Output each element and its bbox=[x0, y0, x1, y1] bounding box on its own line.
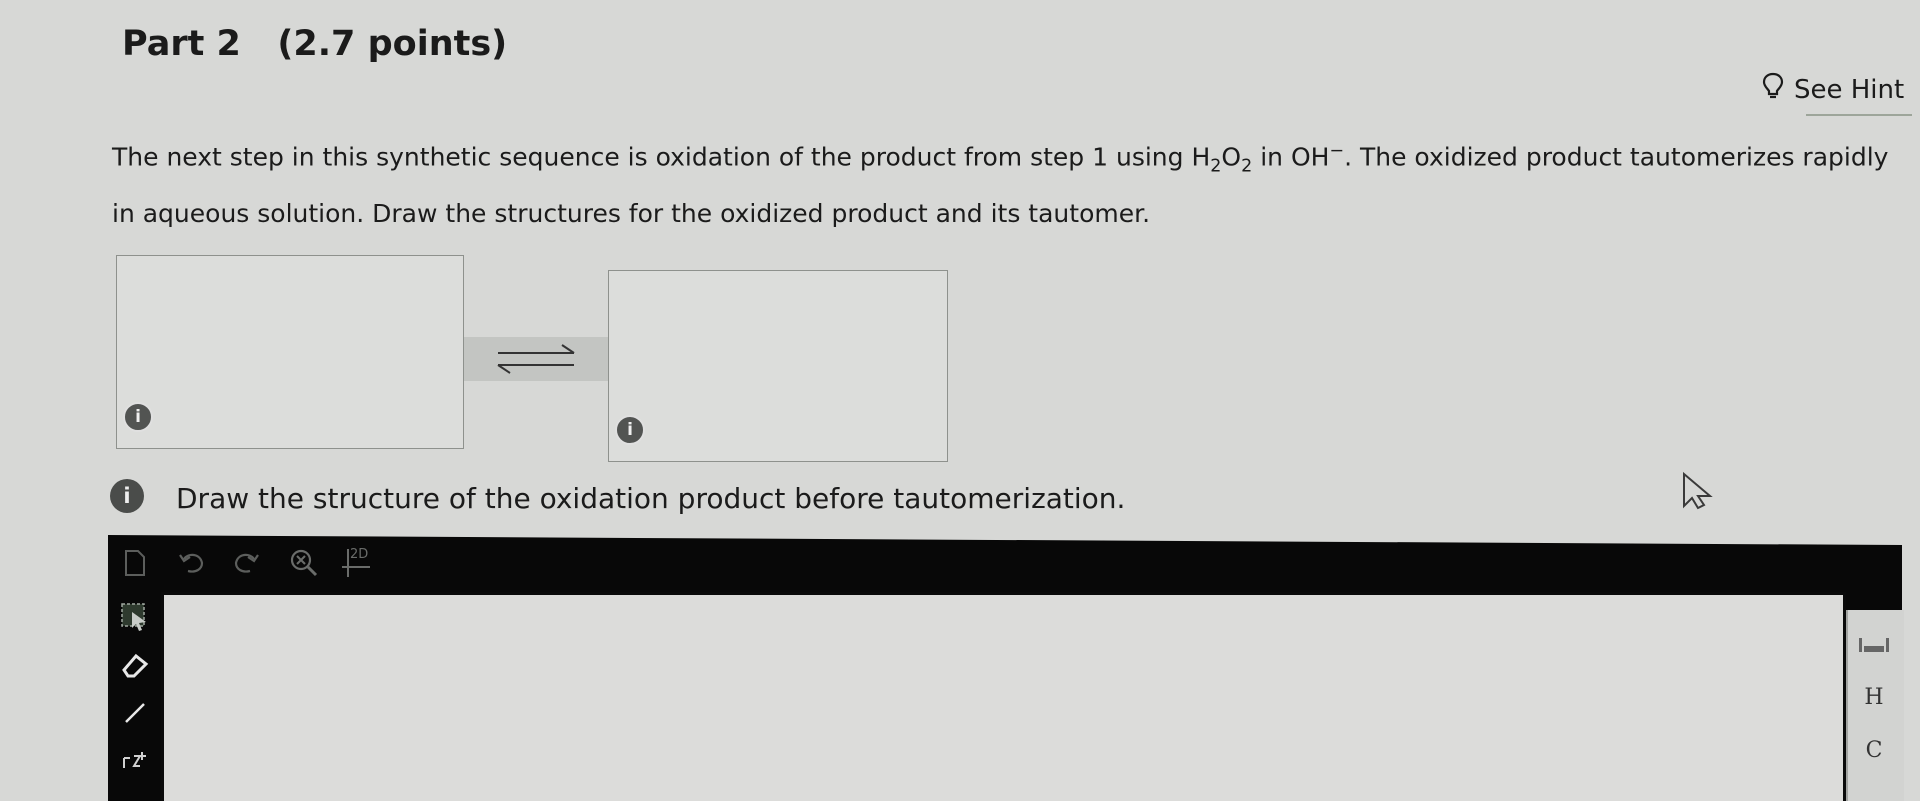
info-icon[interactable]: i bbox=[615, 415, 645, 445]
hint-underline bbox=[1806, 114, 1912, 116]
instruction-text: Draw the structure of the oxidation prod… bbox=[176, 482, 1126, 515]
periodic-table-icon[interactable] bbox=[1858, 636, 1892, 658]
mouse-cursor-icon bbox=[1680, 470, 1720, 514]
info-icon[interactable]: i bbox=[123, 402, 153, 432]
charge-tool-icon[interactable] bbox=[120, 746, 150, 776]
atom-carbon-button[interactable]: C bbox=[1854, 738, 1894, 763]
equilibrium-arrow-icon bbox=[497, 344, 575, 374]
see-hint-label: See Hint bbox=[1794, 74, 1905, 105]
structure-box-oxidized-product[interactable]: i bbox=[116, 255, 464, 449]
part-title: Part 2 (2.7 points) bbox=[122, 24, 508, 64]
zoom-icon[interactable] bbox=[288, 547, 320, 586]
see-hint-link[interactable]: See Hint bbox=[1762, 72, 1904, 107]
lightbulb-icon bbox=[1762, 72, 1784, 107]
left-tool-panel bbox=[108, 590, 161, 801]
redo-icon[interactable] bbox=[232, 549, 260, 582]
select-tool-icon[interactable] bbox=[120, 602, 150, 636]
drawing-canvas[interactable] bbox=[161, 592, 1846, 801]
page: Part 2 (2.7 points) See Hint The next st… bbox=[0, 0, 1920, 801]
instruction-info-icon: i bbox=[110, 479, 144, 513]
structure-box-tautomer[interactable]: i bbox=[608, 270, 948, 462]
question-text: The next step in this synthetic sequence… bbox=[112, 141, 1889, 229]
2d-cleanup-icon[interactable]: 2D bbox=[340, 545, 374, 585]
undo-icon[interactable] bbox=[178, 549, 206, 582]
atom-hydrogen-button[interactable]: H bbox=[1854, 685, 1894, 710]
eraser-icon[interactable] bbox=[120, 652, 150, 682]
new-document-icon[interactable] bbox=[124, 549, 146, 584]
bond-tool-icon[interactable] bbox=[122, 700, 148, 730]
equilibrium-arrow-band bbox=[464, 337, 608, 381]
